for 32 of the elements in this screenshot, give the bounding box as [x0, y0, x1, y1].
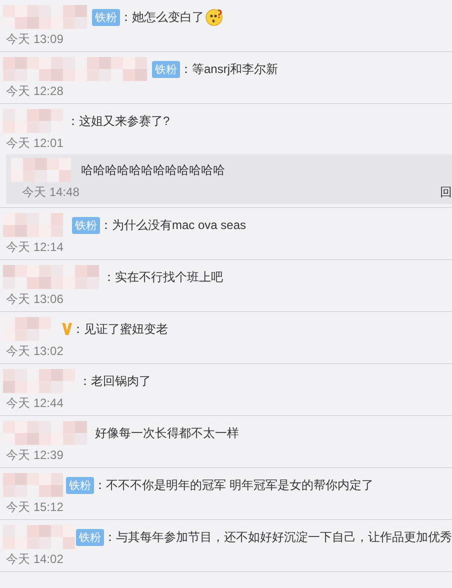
comment-text: ：等ansrj和李尔新	[180, 60, 278, 78]
blurred-name	[3, 473, 65, 497]
comment-text: ：这姐又来参赛了?	[67, 112, 170, 130]
fan-badge: 铁粉	[152, 60, 180, 78]
comment-time: 今天 13:02	[5, 343, 64, 360]
fan-badge: 铁粉	[66, 476, 94, 494]
comment-time: 今天 13:09	[5, 31, 64, 48]
comment-time: 今天 12:44	[5, 395, 64, 412]
fan-badge: 铁粉	[76, 528, 104, 546]
comment-text: ：见证了蜜妞变老	[72, 320, 168, 338]
comment-time: 今天 12:28	[5, 83, 64, 100]
verified-icon	[62, 323, 72, 335]
comment-time: 今天 15:12	[5, 499, 64, 516]
reply-time: 今天 14:48	[21, 184, 80, 201]
blurred-name	[11, 158, 71, 182]
comment-time: 今天 14:02	[5, 551, 64, 568]
reply-link[interactable]: 回	[440, 183, 452, 201]
comment-text: ：老回锅肉了	[79, 372, 151, 390]
comment-text: ：实在不行找个班上吧	[103, 268, 223, 286]
comment-text: ：她怎么变白了	[120, 8, 204, 26]
comment-time: 今天 13:06	[5, 291, 64, 308]
comment-text: ：为什么没有mac ova seas	[100, 216, 246, 234]
fan-badge: 铁粉	[92, 8, 120, 26]
fan-badge: 铁粉	[72, 216, 100, 234]
comment-time: 今天 12:14	[5, 239, 64, 256]
comment-text: 好像每一次长得都不太一样	[95, 424, 239, 442]
comment-time: 今天 12:39	[5, 447, 64, 464]
comment-text: ：与其每年参加节目，还不如好好沉淀一下自己，让作品更加优秀	[104, 528, 452, 546]
blurred-name	[3, 525, 75, 549]
reply-text: 哈哈哈哈哈哈哈哈哈哈哈哈	[81, 162, 225, 178]
comment-text: ：不不不你是明年的冠军 明年冠军是女的帮你内定了	[94, 476, 374, 494]
comment-time: 今天 12:01	[5, 135, 64, 152]
